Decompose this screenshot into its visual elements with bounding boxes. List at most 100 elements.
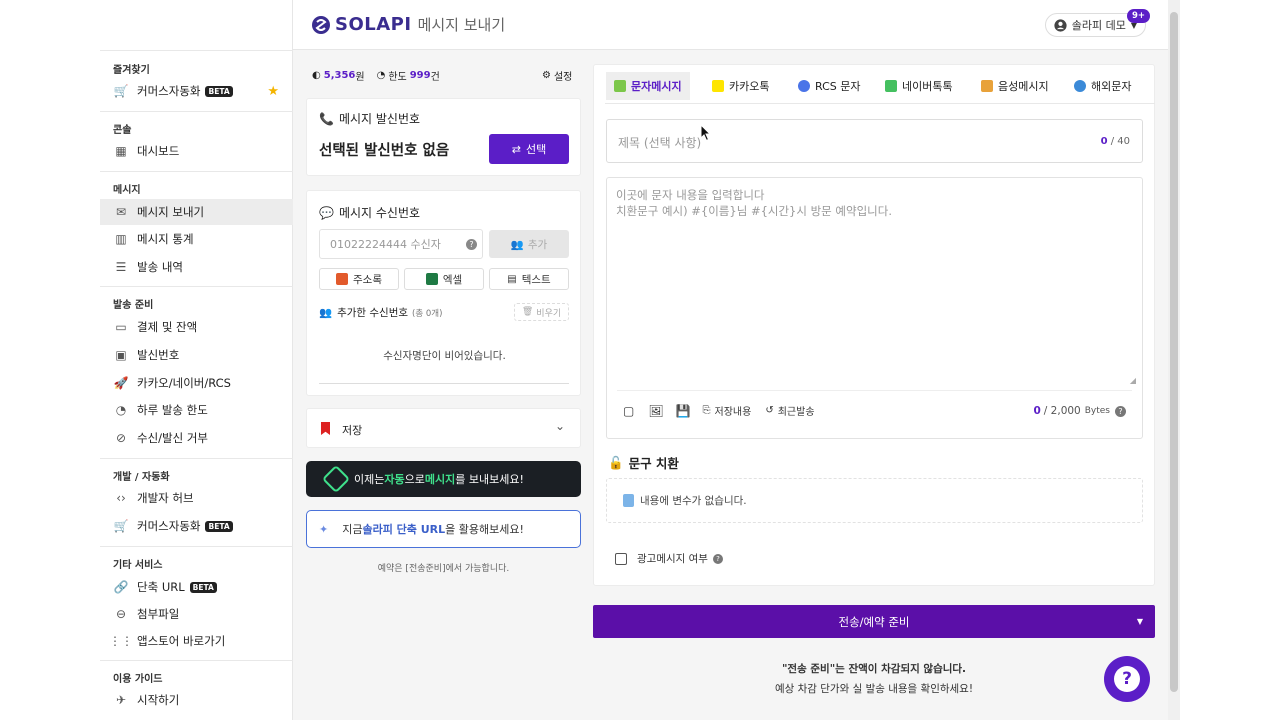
text-button[interactable]: ▤ 텍스트: [489, 268, 569, 290]
add-receiver-button[interactable]: 👥 추가: [489, 230, 569, 258]
tab-voice[interactable]: 음성메시지: [973, 72, 1057, 100]
clear-label: 비우기: [536, 308, 562, 319]
balance-amount: 5,356: [323, 70, 356, 81]
sidebar-section-title: 개발 / 자동화: [113, 472, 170, 483]
address-book-label: 주소록: [353, 273, 382, 286]
brand-name: SOLAPI: [335, 14, 412, 35]
cost-icon[interactable]: ▢: [623, 404, 634, 418]
beta-badge: BETA: [189, 581, 217, 593]
help-chat-button[interactable]: ?: [1104, 656, 1150, 702]
excel-button[interactable]: 엑셀: [404, 268, 484, 290]
tab-label: 해외문자: [1091, 80, 1132, 93]
help-icon[interactable]: ?: [712, 553, 723, 564]
subject-input[interactable]: 제목 (선택 사항) 0 / 40: [606, 119, 1143, 163]
variables-box: 내용에 변수가 없습니다.: [606, 478, 1143, 523]
send-reserve-button[interactable]: 전송/예약 준비 ▼: [593, 605, 1155, 638]
tab-rcs[interactable]: RCS 문자: [790, 72, 869, 100]
globe-icon: [1074, 80, 1086, 92]
tab-label: 카카오톡: [729, 80, 770, 93]
reserve-note: 예약은 [전송준비]에서 가능합니다.: [377, 564, 510, 574]
phone-icon: 📞: [319, 111, 334, 126]
notification-badge[interactable]: 9+: [1126, 9, 1150, 23]
added-label: 추가한 수신번호: [337, 307, 409, 319]
solapi-logo-icon: [312, 15, 330, 34]
sender-card: 📞 메시지 발신번호 선택된 발신번호 없음 ⇄ 선택: [306, 98, 581, 176]
sidebar-divider: [100, 546, 293, 547]
brand-logo[interactable]: SOLAPI 메시지 보내기: [311, 14, 505, 35]
address-book-button[interactable]: 주소록: [319, 268, 399, 290]
help-icon[interactable]: ?: [466, 238, 477, 250]
sidebar: 즐겨찾기 🛒 커머스자동화 BETA ★ 콘솔 ▦ 대시보드 메시지 ✉ 메시지 보내기 ▥ 메시지 통…: [100, 0, 293, 720]
banner-highlight-1: 자동: [384, 473, 405, 486]
sidebar-item[interactable]: ⊘ 수신/발신 거부: [100, 425, 293, 451]
limit-value: 999: [409, 70, 431, 81]
saved-content-button[interactable]: 저장내용: [715, 403, 752, 418]
tab-globe[interactable]: 해외문자: [1066, 72, 1139, 100]
save-section[interactable]: 저장 ⌄: [306, 408, 581, 448]
sidebar-item[interactable]: ☰ 발송 내역: [100, 254, 293, 280]
sidebar-item[interactable]: ⊖ 첨부파일: [100, 601, 293, 627]
automation-icon: [321, 464, 351, 494]
sidebar-item[interactable]: ✈ 시작하기: [100, 687, 293, 713]
tab-kakao[interactable]: 카카오톡: [704, 72, 777, 100]
sidebar-item[interactable]: ✉ 메시지 보내기: [100, 199, 293, 225]
receiver-title-text: 메시지 수신번호: [338, 206, 421, 220]
sidebar-item[interactable]: ‹› 개발자 허브: [100, 485, 293, 511]
rcs-icon: [798, 80, 810, 92]
sidebar-item[interactable]: ▭ 결제 및 잔액: [100, 314, 293, 340]
balance-bar: ◐ 5,356 원 ◔ 한도 999 건: [312, 68, 440, 83]
sidebar-item[interactable]: 🛒 커머스자동화 BETA ★: [100, 78, 293, 104]
checkbox-icon[interactable]: [615, 552, 627, 565]
resize-handle-icon[interactable]: ◢: [1130, 376, 1136, 385]
sidebar-item[interactable]: ▣ 발신번호: [100, 342, 293, 368]
message-body-textarea[interactable]: 이곳에 문자 내용을 입력합니다 치환문구 예시) #{이름}님 #{시간}시 …: [606, 177, 1143, 439]
saved-content-icon: ⎘: [702, 405, 711, 416]
sidebar-divider: [100, 458, 293, 459]
chevron-down-icon[interactable]: ▼: [1137, 617, 1143, 626]
sidebar-item-label: 수신/발신 거부: [137, 431, 209, 445]
help-icon[interactable]: ?: [1115, 405, 1126, 417]
sidebar-item-label: 메시지 보내기: [137, 205, 205, 219]
receiver-input[interactable]: 01022224444 수신자 ?: [319, 229, 483, 259]
help-icon: ?: [1114, 666, 1140, 692]
short-url-banner[interactable]: ✦ 지금 솔라피 단축 URL 을 활용해보세요!: [306, 510, 581, 548]
scrollbar-thumb[interactable]: [1170, 12, 1178, 692]
apps-icon: ⋮⋮: [109, 634, 133, 648]
tab-sms[interactable]: 문자메시지: [606, 72, 690, 100]
sidebar-item[interactable]: 🚀 카카오/네이버/RCS: [100, 370, 293, 396]
subject-placeholder: 제목 (선택 사항): [618, 136, 702, 150]
ad-checkbox[interactable]: 광고메시지 여부 ?: [615, 551, 723, 566]
auto-message-banner[interactable]: 이제는 자동 으로 메시지 를 보내보세요!: [306, 461, 581, 497]
star-icon[interactable]: ★: [267, 84, 279, 99]
clear-button[interactable]: 🗑 비우기: [514, 303, 569, 321]
recent-send-button[interactable]: 최근발송: [778, 403, 815, 418]
link-icon: 🔗: [113, 580, 129, 594]
scrollbar[interactable]: [1168, 0, 1180, 720]
save-icon[interactable]: 💾: [676, 404, 691, 418]
sidebar-item[interactable]: 🔗 단축 URL BETA: [100, 574, 293, 600]
settings-link[interactable]: ⚙ 설정: [542, 68, 572, 83]
tab-label: 문자메시지: [631, 80, 682, 93]
subject-count: 0: [1100, 136, 1108, 147]
receiver-input-placeholder: 01022224444 수신자: [330, 238, 441, 251]
image-icon[interactable]: 🖼: [648, 404, 663, 418]
body-placeholder-2: 치환문구 예시) #{이름}님 #{시간}시 방문 예약입니다.: [616, 204, 892, 218]
sidebar-item-label: 단축 URL: [137, 580, 185, 594]
variables-empty-text: 내용에 변수가 없습니다.: [640, 495, 747, 507]
select-sender-button[interactable]: ⇄ 선택: [489, 134, 569, 164]
sidebar-divider: [100, 111, 293, 112]
sidebar-item[interactable]: ▦ 대시보드: [100, 138, 293, 164]
sidebar-item[interactable]: ◔ 하루 발송 한도: [100, 397, 293, 423]
variables-title: 🔓 문구 치환: [608, 453, 679, 472]
cart-icon: 🛒: [113, 84, 129, 98]
sidebar-item[interactable]: 🛒 커머스자동화 BETA: [100, 513, 293, 539]
card-icon: ▭: [115, 320, 127, 334]
chevron-down-icon[interactable]: ⌄: [555, 419, 565, 433]
sidebar-item[interactable]: ▥ 메시지 통계: [100, 226, 293, 252]
user-avatar-icon: [1054, 18, 1067, 32]
gauge-icon: ◔: [115, 403, 127, 417]
sidebar-item-label: 개발자 허브: [137, 491, 194, 505]
sidebar-item[interactable]: ⋮⋮ 앱스토어 바로가기: [100, 628, 293, 654]
tab-naver[interactable]: 네이버톡톡: [877, 72, 961, 100]
sparkle-icon: ✦: [319, 522, 329, 536]
